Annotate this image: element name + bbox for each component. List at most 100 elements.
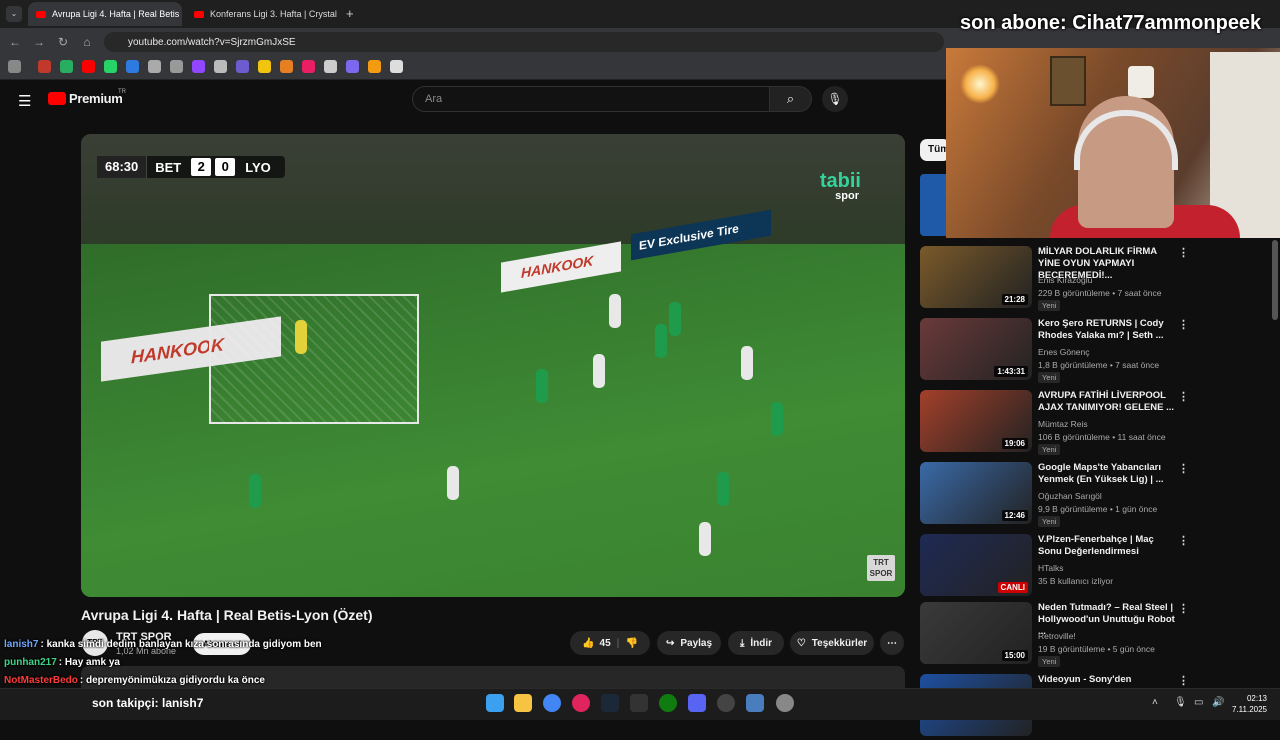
recommended-video[interactable]: 15:00 Neden Tutmadı? – Real Steel | Holly… [920, 602, 1270, 668]
goal-net [209, 294, 419, 424]
tab-conference-league[interactable]: Konferans Ligi 3. Hafta | Crystal ✕ [186, 2, 340, 26]
download-button[interactable]: ⤓ İndir [728, 631, 784, 655]
bookmark-icon[interactable] [390, 60, 403, 73]
bookmark-icon[interactable] [258, 60, 271, 73]
app-icon[interactable] [572, 694, 590, 712]
obs-icon[interactable] [717, 694, 735, 712]
wall-frame [1050, 56, 1086, 106]
bookmark-icon[interactable] [126, 60, 139, 73]
more-vert-icon[interactable]: ⋮ [1178, 390, 1189, 403]
bookmark-icon[interactable] [302, 60, 315, 73]
back-icon[interactable]: ← [6, 33, 24, 51]
network-icon[interactable]: ▭ [1194, 697, 1203, 708]
chat-user: NotMasterBedo [4, 675, 78, 686]
bookmark-icon[interactable] [346, 60, 359, 73]
mic-tray-icon[interactable]: 🎙 [1174, 697, 1187, 708]
channel-name[interactable]: Oğuzhan Sarıgöl [1038, 491, 1102, 501]
channel-name[interactable]: Retroville! [1038, 631, 1076, 641]
share-button[interactable]: ↪ Paylaş [657, 631, 721, 655]
more-vert-icon[interactable]: ⋮ [1178, 674, 1189, 687]
video-title[interactable]: Videoyun - Sony'den [1038, 674, 1178, 686]
recommended-video[interactable]: 12:46 Google Maps'te Yabancıları Yenmek (… [920, 462, 1270, 528]
settings-icon[interactable] [776, 694, 794, 712]
bookmark-icon[interactable] [60, 60, 73, 73]
video-meta: 1,8 B görüntüleme • 7 saat önce [1038, 360, 1160, 370]
file-explorer-icon[interactable] [514, 694, 532, 712]
bookmark-icon[interactable] [170, 60, 183, 73]
url-text: youtube.com/watch?v=SjrzmGmJxSE [128, 36, 296, 48]
forward-icon[interactable]: → [30, 33, 48, 51]
tab-search-button[interactable]: ⌄ [6, 6, 22, 22]
search-button[interactable]: ⌕ [770, 86, 812, 112]
video-thumbnail[interactable]: 19:06 [920, 390, 1032, 452]
thanks-button[interactable]: ♡ Teşekkürler [790, 631, 874, 655]
new-tab-button[interactable]: + [346, 6, 354, 21]
tab-real-betis[interactable]: Avrupa Ligi 4. Hafta | Real Betis ✕ [28, 2, 182, 26]
search-input[interactable]: Ara [412, 86, 770, 112]
steam-icon[interactable] [601, 694, 619, 712]
volume-icon[interactable]: 🔊 [1212, 697, 1224, 708]
video-title[interactable]: Kero Şero RETURNS | Cody Rhodes Yalaka m… [1038, 318, 1178, 342]
video-thumbnail[interactable]: 15:00 [920, 602, 1032, 664]
video-thumbnail[interactable]: 21:28 [920, 246, 1032, 308]
partial-thumbnail[interactable] [920, 174, 946, 236]
chevron-up-icon[interactable]: ˄ [1152, 697, 1158, 708]
bookmark-icon[interactable] [38, 60, 51, 73]
bookmark-icon[interactable] [82, 60, 95, 73]
scrollbar[interactable] [1272, 240, 1278, 320]
video-thumbnail[interactable]: 12:46 [920, 462, 1032, 524]
home-icon[interactable]: ⌂ [78, 33, 96, 51]
channel-name[interactable]: Enis Kirazoglu [1038, 275, 1092, 285]
close-icon[interactable]: ✕ [337, 9, 340, 20]
youtube-logo-icon[interactable] [48, 92, 66, 105]
bookmark-icon[interactable] [104, 60, 117, 73]
reload-icon[interactable]: ↻ [54, 33, 72, 51]
system-clock[interactable]: 02:13 7.11.2025 [1232, 693, 1267, 715]
like-button[interactable]: 👍 45 [582, 638, 611, 649]
more-vert-icon[interactable]: ⋮ [1178, 462, 1189, 475]
menu-icon[interactable]: ☰ [18, 92, 31, 110]
more-vert-icon[interactable]: ⋮ [1178, 318, 1189, 331]
chrome-icon[interactable] [543, 694, 561, 712]
more-vert-icon[interactable]: ⋮ [1178, 534, 1189, 547]
video-thumbnail[interactable]: 1:43:31 [920, 318, 1032, 380]
apps-icon[interactable] [8, 60, 21, 73]
discord-icon[interactable] [688, 694, 706, 712]
player [249, 474, 261, 508]
video-title[interactable]: AVRUPA FATİHİ LİVERPOOL AJAX TANIMIYOR! … [1038, 390, 1178, 414]
channel-name[interactable]: Mümtaz Reis [1038, 419, 1088, 429]
epic-games-icon[interactable] [630, 694, 648, 712]
mic-button[interactable]: 🎙 [822, 86, 848, 112]
thumbs-up-icon: 👍 [582, 637, 595, 649]
bookmark-icon[interactable] [192, 60, 205, 73]
more-actions-button[interactable]: ⋯ [880, 631, 904, 655]
more-vert-icon[interactable]: ⋮ [1178, 246, 1189, 259]
bookmark-icon[interactable] [148, 60, 161, 73]
recommended-video[interactable]: 21:28 MİLYAR DOLARLIK FİRMA YİNE OYUN YAP… [920, 246, 1270, 312]
recommended-video[interactable]: CANLI V.Plzen-Fenerbahçe | Maç Sonu Değer… [920, 534, 1270, 600]
recommended-video[interactable]: 1:43:31 Kero Şero RETURNS | Cody Rhodes Y… [920, 318, 1270, 384]
bookmark-icon[interactable] [324, 60, 337, 73]
thumbs-down-icon[interactable]: 👎 [625, 638, 637, 649]
bookmark-icon[interactable] [214, 60, 227, 73]
bookmark-icon[interactable] [368, 60, 381, 73]
more-vert-icon[interactable]: ⋮ [1178, 602, 1189, 615]
recommended-video[interactable]: 19:06 AVRUPA FATİHİ LİVERPOOL AJAX TANIMI… [920, 390, 1270, 456]
video-thumbnail[interactable]: CANLI [920, 534, 1032, 596]
video-player[interactable]: HANKOOK HANKOOK EV Exclusive Tire 68:30 … [81, 134, 905, 597]
channel-name[interactable]: Enes Gönenç [1038, 347, 1090, 357]
app-icon[interactable] [746, 694, 764, 712]
close-icon[interactable]: ✕ [179, 9, 182, 20]
video-title[interactable]: V.Plzen-Fenerbahçe | Maç Sonu Değerlendi… [1038, 534, 1178, 558]
start-icon[interactable] [486, 694, 504, 712]
youtube-logo-text[interactable]: Premium [69, 91, 123, 106]
video-meta: 19 B görüntüleme • 5 gün önce [1038, 644, 1155, 654]
search-placeholder: Ara [425, 93, 443, 105]
address-bar[interactable]: youtube.com/watch?v=SjrzmGmJxSE [104, 32, 944, 52]
xbox-icon[interactable] [659, 694, 677, 712]
video-title[interactable]: Google Maps'te Yabancıları Yenmek (En Yü… [1038, 462, 1178, 486]
bookmark-icon[interactable] [236, 60, 249, 73]
channel-name[interactable]: HTalks [1038, 563, 1064, 573]
lamp [960, 64, 1000, 104]
bookmark-icon[interactable] [280, 60, 293, 73]
